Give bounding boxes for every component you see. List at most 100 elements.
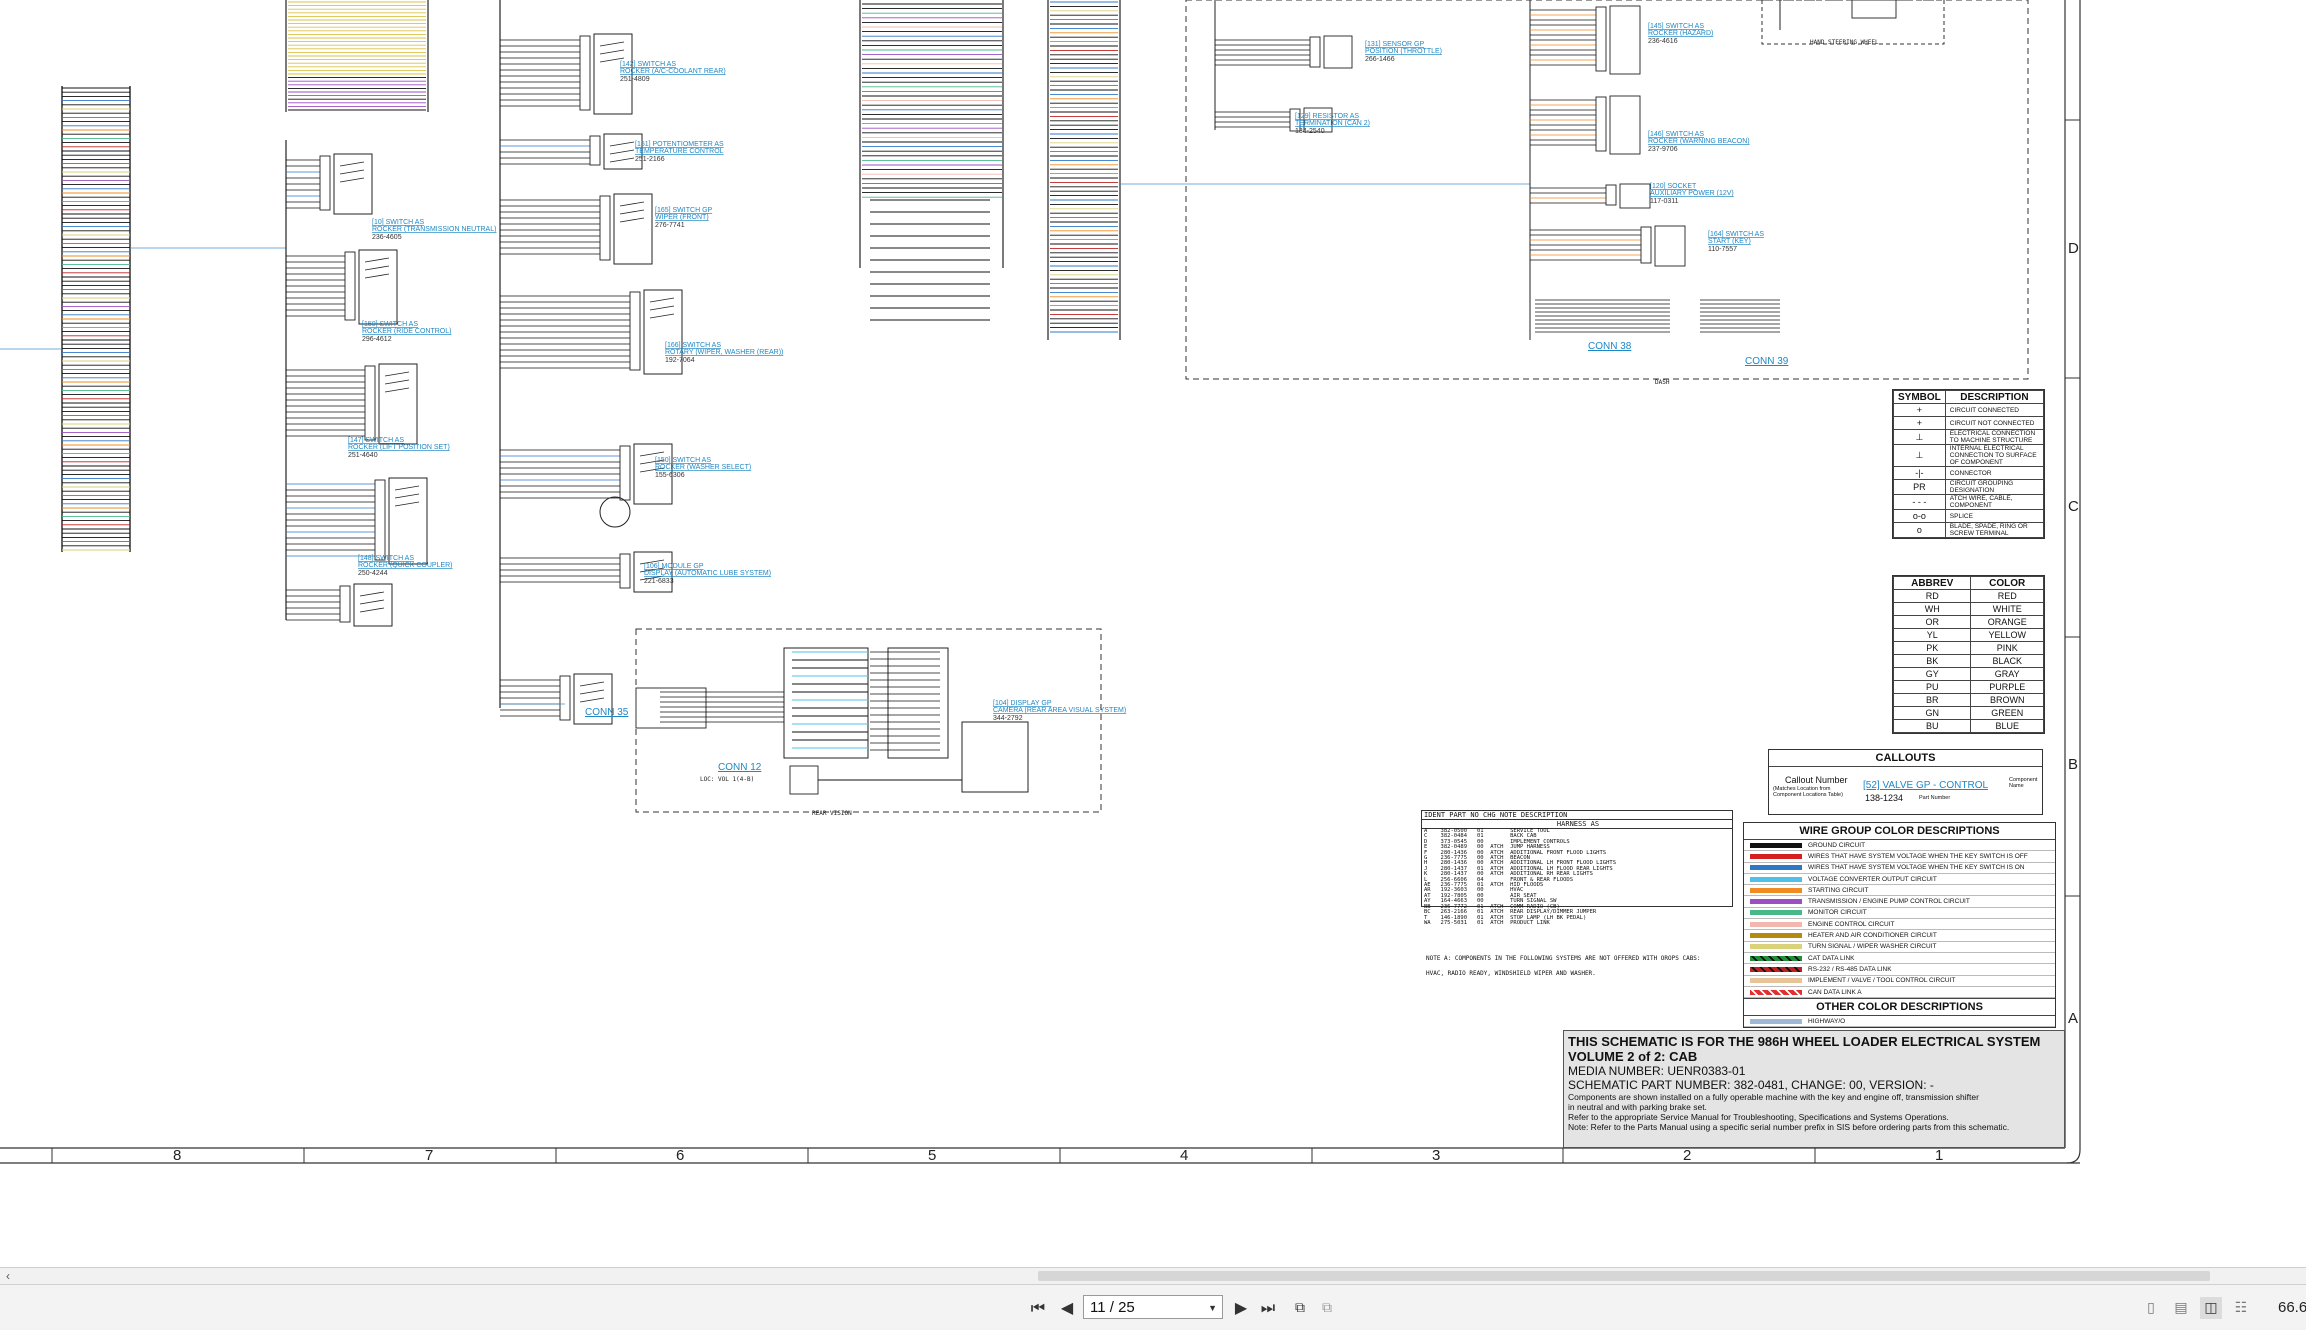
two-page-continuous-icon[interactable]: ☷ [2230, 1297, 2252, 1319]
component-body [378, 363, 418, 445]
media-number: MEDIA NUMBER: UENR0383-01 [1568, 1064, 1746, 1078]
color-name: ORANGE [1970, 615, 2044, 629]
wire-group-description: GROUND CIRCUIT [1808, 841, 1866, 849]
connector-block [1640, 226, 1652, 264]
parts-list-note-2: HVAC, RADIO READY, WINDSHIELD WIPER AND … [1426, 970, 1596, 977]
page-number-input[interactable]: 11 / 25 ▼ [1083, 1295, 1223, 1319]
connector-block [339, 585, 351, 623]
color-name: PURPLE [1970, 680, 2044, 694]
component-callout-ref: [165] SWITCH GP [655, 207, 713, 214]
wire-group-legend: WIRE GROUP COLOR DESCRIPTIONS GROUND CIR… [1743, 822, 2056, 1029]
col-number-4: 4 [1180, 1147, 1189, 1164]
fit-page-icon[interactable]: ⧉ [1289, 1297, 1311, 1319]
last-page-icon[interactable]: ⏭ [1257, 1297, 1279, 1319]
component-callout-name: WIPER (FRONT) [655, 214, 709, 221]
symbol-glyph: - - - [1893, 494, 1946, 510]
symbol-description: SPLICE [1944, 509, 2045, 523]
zoom-level[interactable]: 66.6 [2278, 1297, 2306, 1319]
wire-color-swatch [1750, 989, 1802, 995]
first-page-icon[interactable]: ⏮ [1027, 1297, 1049, 1319]
symbol-description: CIRCUIT GROUPING DESIGNATION [1944, 479, 2045, 495]
switch-contact [359, 599, 385, 605]
switch-contact [339, 161, 365, 167]
switch-contact [359, 607, 385, 613]
row-letter-a: A [2068, 1010, 2079, 1027]
wire-group-description: HIGHWAY/O [1808, 1017, 1846, 1025]
wire-color-swatch [1750, 842, 1802, 848]
connector-block [599, 195, 611, 261]
connector-block [589, 135, 601, 166]
prev-page-icon[interactable]: ◀ [1056, 1297, 1078, 1319]
color-abbrev: PU [1892, 680, 1972, 694]
connector-block [1595, 96, 1607, 152]
wire-group-row: HIGHWAY/O [1744, 1016, 2055, 1028]
color-name: RED [1970, 589, 2044, 603]
horizontal-scrollbar[interactable]: ‹ [0, 1267, 2306, 1284]
switch-contact [609, 149, 635, 155]
wire-group-description: TURN SIGNAL / WIPER WASHER CIRCUIT [1808, 943, 1937, 951]
component-body [1609, 95, 1641, 155]
next-page-icon[interactable]: ▶ [1230, 1297, 1252, 1319]
wire-color-swatch [1750, 910, 1802, 916]
row-letter-d: D [2068, 240, 2079, 257]
wire-color-swatch [1750, 978, 1802, 984]
fit-width-icon[interactable]: ⧉ [1316, 1297, 1338, 1319]
component-body [1851, 0, 1897, 19]
title-line-1: THIS SCHEMATIC IS FOR THE 986H WHEEL LOA… [1568, 1034, 2041, 1049]
wire-group-description: VOLTAGE CONVERTER OUTPUT CIRCUIT [1808, 875, 1937, 883]
scroll-left-icon[interactable]: ‹ [0, 1268, 16, 1284]
color-abbrev-row: BU BLUE [1892, 719, 2044, 733]
component-callout-name: ROCKER (LIFT POSITION SET) [348, 444, 450, 451]
title-note-4: Note: Refer to the Parts Manual using a … [1568, 1122, 2010, 1132]
symbol-header: SYMBOL [1893, 390, 1946, 404]
component-callout-name: ROCKER (QUICK COUPLER) [358, 562, 453, 569]
switch-contact [339, 177, 365, 183]
symbol-glyph: o [1893, 522, 1946, 538]
color-abbrev: GY [1892, 667, 1972, 681]
parts-list-row: WA 275-5031 01 ATCH PRODUCT LINK [1424, 919, 1550, 926]
viewer-toolbar: ⏮ ◀ 11 / 25 ▼ ▶ ⏭ ⧉ ⧉ ▯ ▤ ◫ ☷ 66.6 [0, 1284, 2306, 1330]
connector-block [579, 35, 591, 111]
schematic-part-number: SCHEMATIC PART NUMBER: 382-0481, CHANGE:… [1568, 1078, 1934, 1092]
wire-color-swatch [1750, 899, 1802, 905]
callout-part-label: Part Number [1919, 795, 1951, 801]
symbol-legend-row: PR CIRCUIT GROUPING DESIGNATION [1893, 479, 2045, 495]
connector-label: CONN 12 [718, 762, 762, 773]
component-part-number: 192-7064 [665, 357, 695, 364]
title-note-3: Refer to the appropriate Service Manual … [1568, 1112, 1949, 1122]
two-page-icon[interactable]: ◫ [2200, 1297, 2222, 1319]
connector-block [319, 155, 331, 211]
chevron-down-icon[interactable]: ▼ [1208, 1296, 1217, 1320]
component-part-number: 266-1466 [1365, 56, 1395, 63]
title-note-2: in neutral and with parking brake set. [1568, 1102, 1707, 1112]
component-callout-name: ROCKER (A/C-COOLANT REAR) [620, 68, 726, 75]
switch-contact [639, 451, 665, 457]
component-callout-ref: [129] RESISTOR AS [1295, 113, 1359, 120]
switch-contact [384, 379, 410, 385]
color-name: BLUE [1970, 719, 2044, 733]
drawing-label: HAND STEERING WHEEL [1810, 39, 1879, 46]
color-abbrev-row: YL YELLOW [1892, 628, 2044, 642]
switch-contact [394, 485, 420, 491]
color-abbrev-row: BR BROWN [1892, 693, 2044, 707]
other-colors-title: OTHER COLOR DESCRIPTIONS [1744, 998, 2055, 1017]
color-abbrev-row: BK BLACK [1892, 654, 2044, 668]
component-body [333, 153, 373, 215]
wire-group-description: HEATER AND AIR CONDITIONER CIRCUIT [1808, 932, 1937, 940]
color-abbrev: BU [1892, 719, 1972, 733]
component-body [613, 193, 653, 265]
wire-group-row: IMPLEMENT / VALVE / TOOL CONTROL CIRCUIT [1744, 976, 2055, 987]
wire-group-row: STARTING CIRCUIT [1744, 885, 2055, 897]
switch-contact [384, 371, 410, 377]
switch-contact [579, 681, 605, 687]
symbol-legend-row: ⊥ INTERNAL ELECTRICAL CONNECTION TO SURFA… [1893, 444, 2045, 467]
col-number-3: 3 [1432, 1147, 1441, 1164]
switch-contact [599, 41, 625, 47]
single-page-icon[interactable]: ▯ [2140, 1297, 2162, 1319]
symbol-legend-row: + CIRCUIT NOT CONNECTED [1893, 416, 2045, 430]
continuous-page-icon[interactable]: ▤ [2170, 1297, 2192, 1319]
color-abbrev-row: GN GREEN [1892, 706, 2044, 720]
scrollbar-thumb[interactable] [1038, 1271, 2210, 1281]
wire-color-swatch [1750, 1018, 1802, 1024]
color-abbrev-row: GY GRAY [1892, 667, 2044, 681]
